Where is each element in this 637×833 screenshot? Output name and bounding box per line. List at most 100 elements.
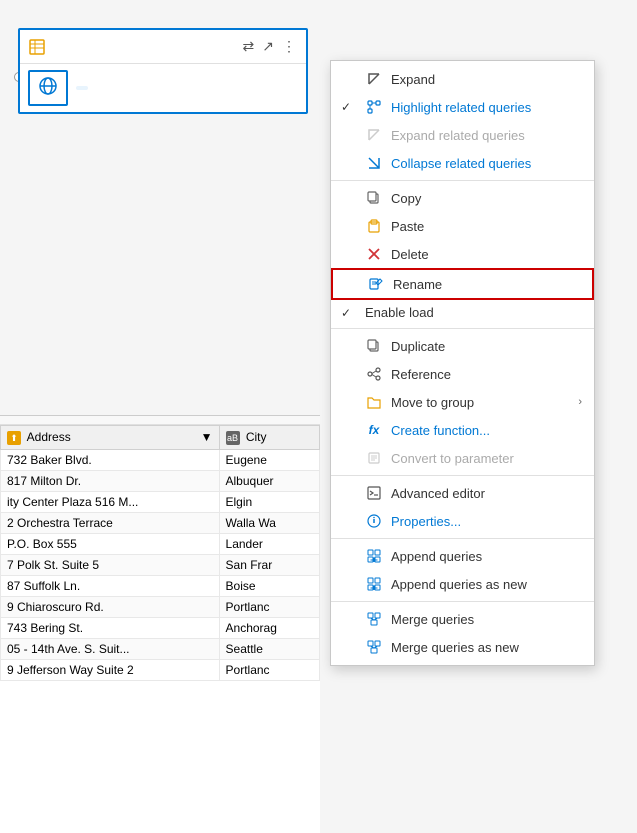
menu-separator	[331, 475, 594, 476]
menu-label-properties: Properties...	[391, 514, 582, 529]
menu-item-enable-load[interactable]: ✓ Enable load	[331, 300, 594, 325]
menu-item-merge-queries[interactable]: Merge queries	[331, 605, 594, 633]
menu-item-advanced-editor[interactable]: Advanced editor	[331, 479, 594, 507]
menu-label-delete: Delete	[391, 247, 582, 262]
menu-icon-merge-queries	[365, 610, 383, 628]
menu-icon-rename	[367, 275, 385, 293]
menu-icon-paste	[365, 217, 383, 235]
menu-label-reference: Reference	[391, 367, 582, 382]
menu-check-highlight-related: ✓	[341, 100, 355, 114]
table-cell: P.O. Box 555	[1, 533, 220, 554]
menu-icon-merge-queries-new	[365, 638, 383, 656]
table-cell: 87 Suffolk Ln.	[1, 575, 220, 596]
table-cell: Portlanc	[219, 596, 319, 617]
menu-item-expand[interactable]: Expand	[331, 65, 594, 93]
table-cell: Anchorag	[219, 617, 319, 638]
table-cell: 817 Milton Dr.	[1, 470, 220, 491]
table-cell: San Frar	[219, 554, 319, 575]
menu-label-merge-queries-new: Merge queries as new	[391, 640, 582, 655]
menu-item-append-queries[interactable]: Append queries	[331, 542, 594, 570]
menu-icon-delete	[365, 245, 383, 263]
menu-icon-expand	[365, 70, 383, 88]
menu-label-copy: Copy	[391, 191, 582, 206]
table-cell: Eugene	[219, 449, 319, 470]
menu-item-merge-queries-new[interactable]: Merge queries as new	[331, 633, 594, 661]
table-cell: 743 Bering St.	[1, 617, 220, 638]
menu-label-create-function: Create function...	[391, 423, 582, 438]
table-row: 817 Milton Dr.Albuquer	[1, 470, 320, 491]
menu-label-append-queries-new: Append queries as new	[391, 577, 582, 592]
menu-item-delete[interactable]: Delete	[331, 240, 594, 268]
menu-item-paste[interactable]: Paste	[331, 212, 594, 240]
menu-icon-advanced-editor	[365, 484, 383, 502]
menu-arrow-move-to-group: ›	[578, 396, 582, 408]
col-city-header: aB City	[219, 426, 319, 450]
more-icon[interactable]: ⋮	[280, 36, 298, 57]
table-row: 7 Polk St. Suite 5San Frar	[1, 554, 320, 575]
table-cell: Elgin	[219, 491, 319, 512]
menu-separator	[331, 180, 594, 181]
table-row: 743 Bering St.Anchorag	[1, 617, 320, 638]
table-row: ity Center Plaza 516 M...Elgin	[1, 491, 320, 512]
menu-item-copy[interactable]: Copy	[331, 184, 594, 212]
menu-label-merge-queries: Merge queries	[391, 612, 582, 627]
menu-label-move-to-group: Move to group	[391, 395, 570, 410]
menu-item-highlight-related[interactable]: ✓ Highlight related queries	[331, 93, 594, 121]
menu-item-properties[interactable]: Properties...	[331, 507, 594, 535]
table-cell: Albuquer	[219, 470, 319, 491]
query-badge	[28, 70, 68, 106]
table-cell: 7 Polk St. Suite 5	[1, 554, 220, 575]
query-card-header: ⇄ ↗ ⋮	[20, 30, 306, 64]
share-icon[interactable]: ⇄	[241, 36, 257, 57]
menu-icon-convert-param	[365, 449, 383, 467]
query-card-body	[20, 64, 306, 112]
menu-item-create-function[interactable]: fx Create function...	[331, 416, 594, 444]
table-cell: Boise	[219, 575, 319, 596]
menu-separator	[331, 601, 594, 602]
table-cell: 05 - 14th Ave. S. Suit...	[1, 638, 220, 659]
menu-label-advanced-editor: Advanced editor	[391, 486, 582, 501]
col-address-header: ⬆ Address ▼	[1, 426, 220, 450]
menu-item-move-to-group[interactable]: Move to group ›	[331, 388, 594, 416]
data-table-area: ⬆ Address ▼ aB City 732 Baker Blvd.Eugen…	[0, 415, 320, 833]
table-label	[0, 416, 320, 425]
menu-item-rename[interactable]: Rename	[331, 268, 594, 300]
table-cell: 9 Chiaroscuro Rd.	[1, 596, 220, 617]
sort-icon-address: ⬆	[7, 431, 21, 445]
menu-item-collapse-related[interactable]: Collapse related queries	[331, 149, 594, 177]
menu-icon-collapse-related	[365, 154, 383, 172]
menu-icon-create-function: fx	[365, 421, 383, 439]
menu-separator	[331, 538, 594, 539]
filter-icon-address[interactable]: ▼	[201, 430, 213, 444]
data-table: ⬆ Address ▼ aB City 732 Baker Blvd.Eugen…	[0, 425, 320, 681]
menu-item-reference[interactable]: Reference	[331, 360, 594, 388]
table-row: 2 Orchestra TerraceWalla Wa	[1, 512, 320, 533]
table-body: 732 Baker Blvd.Eugene817 Milton Dr.Albuq…	[1, 449, 320, 680]
table-cell: ity Center Plaza 516 M...	[1, 491, 220, 512]
menu-label-append-queries: Append queries	[391, 549, 582, 564]
menu-icon-properties	[365, 512, 383, 530]
menu-check-enable-load: ✓	[341, 306, 355, 320]
menu-label-highlight-related: Highlight related queries	[391, 100, 582, 115]
query-card-table-icon	[28, 38, 46, 56]
menu-label-paste: Paste	[391, 219, 582, 234]
menu-label-rename: Rename	[393, 277, 580, 292]
table-cell: Portlanc	[219, 659, 319, 680]
menu-icon-reference	[365, 365, 383, 383]
context-menu: Expand✓Highlight related queriesExpand r…	[330, 60, 595, 666]
table-cell: Walla Wa	[219, 512, 319, 533]
menu-icon-duplicate	[365, 337, 383, 355]
menu-label-duplicate: Duplicate	[391, 339, 582, 354]
menu-label-collapse-related: Collapse related queries	[391, 156, 582, 171]
menu-item-duplicate[interactable]: Duplicate	[331, 332, 594, 360]
menu-item-append-queries-new[interactable]: Append queries as new	[331, 570, 594, 598]
expand-icon[interactable]: ↗	[260, 36, 276, 57]
sort-icon-city: aB	[226, 431, 240, 445]
menu-label-enable-load: Enable load	[365, 305, 582, 320]
table-row: P.O. Box 555Lander	[1, 533, 320, 554]
menu-item-convert-param: Convert to parameter	[331, 444, 594, 472]
menu-icon-append-queries-new	[365, 575, 383, 593]
table-cell: 2 Orchestra Terrace	[1, 512, 220, 533]
query-badge-icon	[38, 76, 58, 101]
table-cell: 9 Jefferson Way Suite 2	[1, 659, 220, 680]
